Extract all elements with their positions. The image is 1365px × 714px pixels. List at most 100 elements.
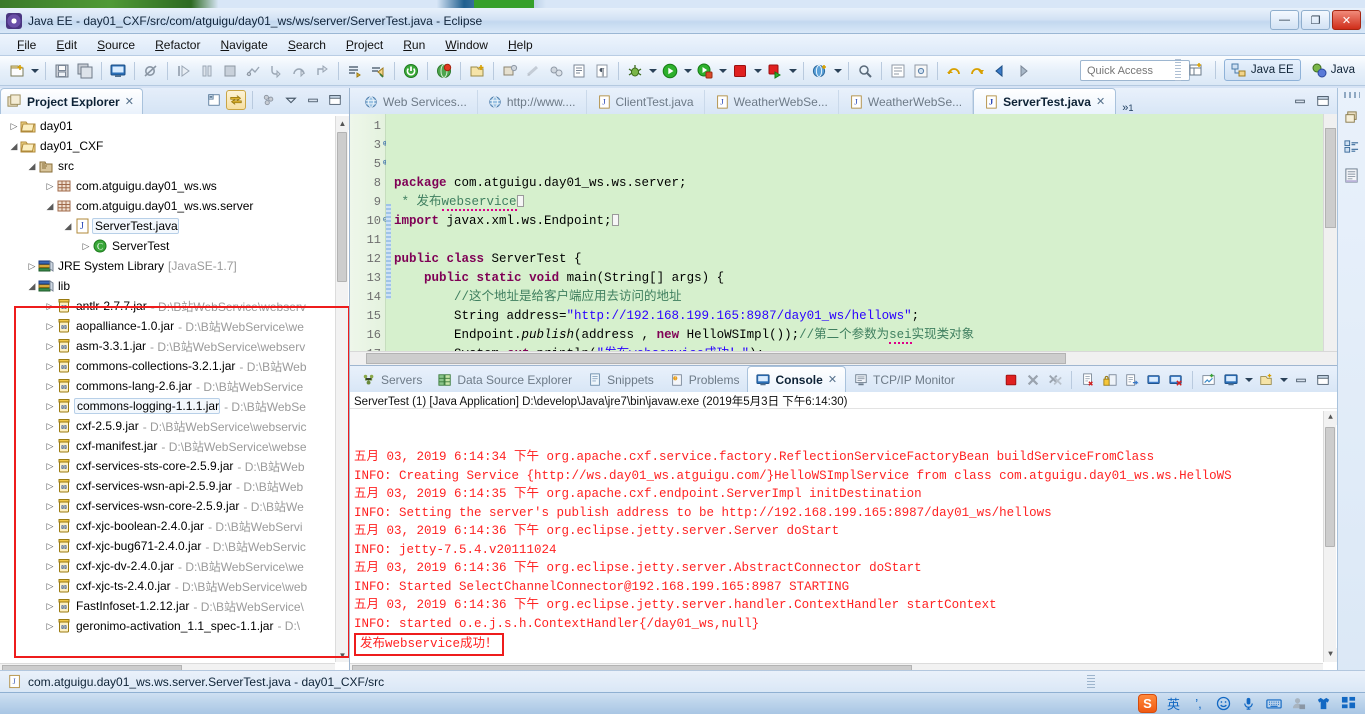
close-button[interactable]: ✕	[1332, 10, 1361, 30]
editor-tab-weatherwebse[interactable]: J WeatherWebSe...	[705, 90, 839, 114]
tree-row[interactable]: ▷ 010 cxf-services-wsn-api-2.5.9.jar - D:\B…	[0, 476, 349, 496]
tab-project-explorer[interactable]: Project Explorer ✕	[0, 88, 143, 114]
collapsed-arrow-icon[interactable]: ▷	[44, 561, 56, 572]
collapsed-arrow-icon[interactable]: ▷	[44, 301, 56, 312]
quick-access-input[interactable]	[1080, 60, 1190, 81]
tree-row[interactable]: ▷ 010 commons-lang-2.6.jar - D:\B站WebServic…	[0, 376, 349, 396]
console-output[interactable]: 五月 03, 2019 6:14:34 下午 org.apache.cxf.se…	[350, 409, 1337, 678]
collapsed-arrow-icon[interactable]: ▷	[44, 521, 56, 532]
close-icon[interactable]: ✕	[125, 95, 134, 108]
close-console-icon[interactable]	[1166, 370, 1186, 390]
microphone-icon[interactable]	[1240, 695, 1257, 712]
tree-row[interactable]: ▷ 010 asm-3.3.1.jar - D:\B站WebService\webse…	[0, 336, 349, 356]
run-icon[interactable]	[659, 60, 681, 82]
minimize-button[interactable]: —	[1270, 10, 1299, 30]
collapsed-arrow-icon[interactable]: ▷	[44, 501, 56, 512]
tree-row[interactable]: ◢ src	[0, 156, 349, 176]
collapsed-arrow-icon[interactable]: ▷	[8, 121, 20, 132]
open-console-icon[interactable]	[1199, 370, 1219, 390]
collapsed-arrow-icon[interactable]: ▷	[44, 381, 56, 392]
maximize-editor-icon[interactable]	[1313, 91, 1333, 111]
stop-icon[interactable]	[729, 60, 751, 82]
scroll-lock-icon[interactable]	[1100, 370, 1120, 390]
save-all-icon[interactable]	[74, 60, 96, 82]
collapsed-arrow-icon[interactable]: ▷	[44, 621, 56, 632]
tree-vertical-scrollbar[interactable]: ▲ ▼	[335, 116, 349, 662]
code-line[interactable]: public static void main(String[] args) {	[394, 269, 1323, 288]
power-icon[interactable]	[400, 60, 422, 82]
show-whitespace-icon[interactable]: ¶	[591, 60, 613, 82]
project-tree[interactable]: ▷ day01 ◢ day01_CXF ◢ src ▷ com.atguigu.day01_w…	[0, 114, 349, 678]
minimize-console-icon[interactable]	[1291, 370, 1311, 390]
apps-grid-icon[interactable]	[1340, 695, 1357, 712]
tree-row[interactable]: ▷ C ServerTest	[0, 236, 349, 256]
console-tab-data-source-explorer[interactable]: Data Source Explorer	[430, 368, 580, 392]
clear-console-icon[interactable]	[1078, 370, 1098, 390]
editor-tab-http-www[interactable]: http://www....	[478, 90, 587, 114]
collapsed-arrow-icon[interactable]: ▷	[44, 461, 56, 472]
code-line[interactable]: import javax.xml.ws.Endpoint;	[394, 212, 1323, 231]
restore-icon[interactable]	[1342, 107, 1362, 127]
skip-breakpoints-icon[interactable]	[140, 60, 162, 82]
run-dropdown-icon[interactable]	[682, 60, 693, 82]
new-server-dropdown-icon[interactable]	[832, 60, 843, 82]
tree-row[interactable]: ▷ 010 cxf-xjc-ts-2.4.0.jar - D:\B站WebServic…	[0, 576, 349, 596]
new-console-dropdown-icon[interactable]	[1278, 369, 1289, 391]
console-view-icon[interactable]	[107, 60, 129, 82]
menu-navigate[interactable]: Navigate	[211, 36, 276, 54]
tree-row[interactable]: ◢ lib	[0, 276, 349, 296]
tree-row[interactable]: ▷ JRE System Library [JavaSE-1.7]	[0, 256, 349, 276]
refresh-globe-icon[interactable]	[433, 60, 455, 82]
debug-dropdown-icon[interactable]	[647, 60, 658, 82]
previous-edit-icon[interactable]	[943, 60, 965, 82]
forward-icon[interactable]	[1012, 60, 1034, 82]
stop-dropdown-icon[interactable]	[752, 60, 763, 82]
console-tab-console[interactable]: Console ✕	[747, 366, 847, 392]
terminate-console-icon[interactable]	[1001, 370, 1021, 390]
maximize-view-icon[interactable]	[325, 90, 345, 110]
collapsed-arrow-icon[interactable]: ▷	[44, 541, 56, 552]
back-icon[interactable]	[989, 60, 1011, 82]
editor-vertical-scrollbar[interactable]	[1323, 114, 1337, 351]
code-line[interactable]	[394, 231, 1323, 250]
menu-source[interactable]: Source	[88, 36, 144, 54]
remove-all-launches-icon[interactable]	[1045, 370, 1065, 390]
console-tab-servers[interactable]: Servers	[354, 368, 430, 392]
tree-row[interactable]: ▷ 010 cxf-services-sts-core-2.5.9.jar - D:\…	[0, 456, 349, 476]
expanded-arrow-icon[interactable]: ◢	[62, 221, 74, 232]
task-list-icon[interactable]	[1342, 165, 1362, 185]
editor-tab-servertest-java[interactable]: J ServerTest.java ✕	[973, 88, 1117, 114]
collapsed-arrow-icon[interactable]: ▷	[44, 581, 56, 592]
code-line[interactable]: Endpoint.publish(address , new HelloWSIm…	[394, 326, 1323, 345]
new-console-view-icon[interactable]	[1256, 370, 1276, 390]
ime-punctuation-icon[interactable]: ’,	[1190, 695, 1207, 712]
ime-chinese-icon[interactable]: 英	[1165, 695, 1182, 712]
open-type-icon[interactable]	[887, 60, 909, 82]
editor-tab-clienttest-java[interactable]: J ClientTest.java	[587, 90, 705, 114]
tree-row[interactable]: ▷ com.atguigu.day01_ws.ws	[0, 176, 349, 196]
collapsed-arrow-icon[interactable]: ▷	[44, 181, 56, 192]
tree-row[interactable]: ▷ 010 cxf-xjc-dv-2.4.0.jar - D:\B站WebServic…	[0, 556, 349, 576]
fastview-grip[interactable]	[1343, 92, 1360, 98]
link-with-editor-icon[interactable]	[226, 90, 246, 110]
run-as-dropdown-icon[interactable]	[717, 60, 728, 82]
code-line[interactable]: * 发布webservice	[394, 193, 1323, 212]
search-icon[interactable]	[854, 60, 876, 82]
code-line[interactable]: String address="http://192.168.199.165:8…	[394, 307, 1323, 326]
code-line[interactable]: package com.atguigu.day01_ws.ws.server;	[394, 174, 1323, 193]
code-line[interactable]: //这个地址是给客户端应用去访问的地址	[394, 288, 1323, 307]
view-menu-icon[interactable]	[281, 90, 301, 110]
tree-row[interactable]: ▷ 010 commons-logging-1.1.1.jar - D:\B站WebS…	[0, 396, 349, 416]
code-line[interactable]: public class ServerTest {	[394, 250, 1323, 269]
collapsed-arrow-icon[interactable]: ▷	[26, 261, 38, 272]
pin-console-icon[interactable]	[1144, 370, 1164, 390]
toggle-block-selection-icon[interactable]	[568, 60, 590, 82]
remove-launch-icon[interactable]	[1023, 370, 1043, 390]
tree-row[interactable]: ▷ 010 cxf-xjc-bug671-2.4.0.jar - D:\B站WebSe…	[0, 536, 349, 556]
close-icon[interactable]: ✕	[828, 373, 837, 386]
expanded-arrow-icon[interactable]: ◢	[8, 141, 20, 152]
open-resource-icon[interactable]	[910, 60, 932, 82]
run-as-server-icon[interactable]	[694, 60, 716, 82]
collapsed-arrow-icon[interactable]: ▷	[44, 321, 56, 332]
expanded-arrow-icon[interactable]: ◢	[44, 201, 56, 212]
